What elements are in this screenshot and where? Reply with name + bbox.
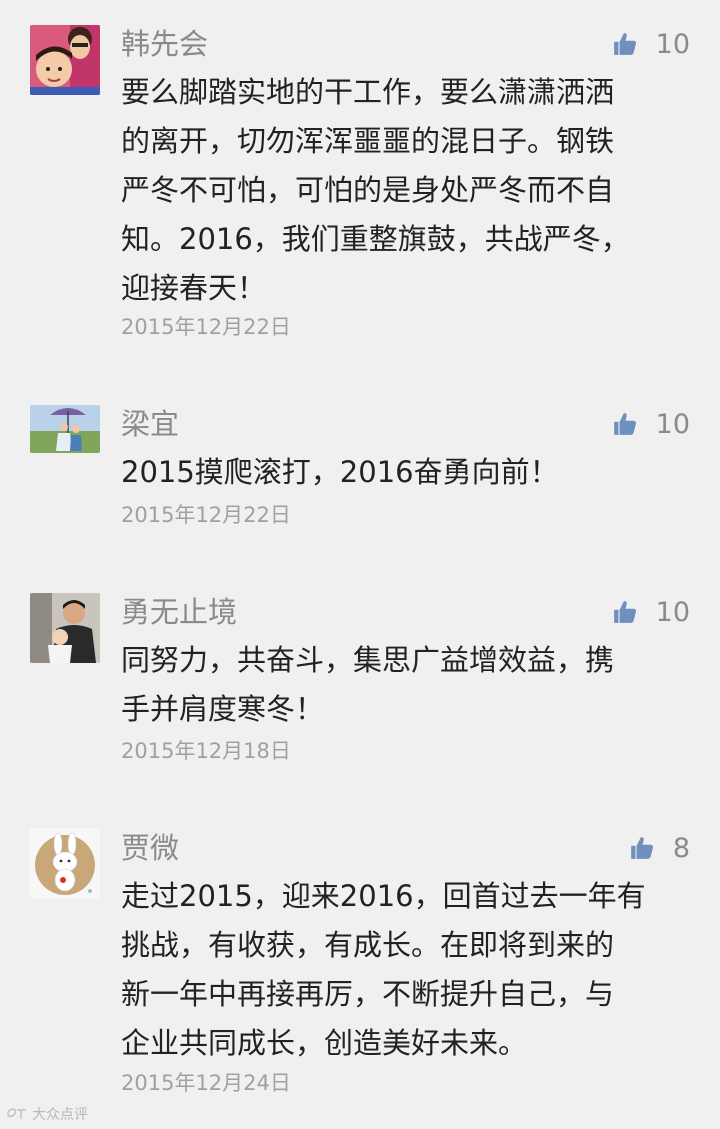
- avatar[interactable]: [30, 828, 100, 898]
- commenter-name[interactable]: 梁宜: [121, 406, 179, 442]
- like-button[interactable]: 8: [629, 830, 690, 866]
- thumbs-up-icon: [613, 413, 636, 435]
- comment-text: 要么脚踏实地的干工作，要么潇潇洒洒 的离开，切勿浑浑噩噩的混日子。钢铁 严冬不可…: [121, 68, 691, 313]
- thumbs-up-icon: [613, 33, 636, 55]
- like-button[interactable]: 10: [612, 26, 690, 62]
- comment-date: 2015年12月22日: [121, 503, 291, 527]
- like-button[interactable]: 10: [612, 406, 690, 442]
- avatar[interactable]: [30, 405, 100, 453]
- comment-line: 走过2015，迎来2016，回首过去一年有: [121, 879, 646, 913]
- comment-line: 迎接春天！: [121, 271, 267, 305]
- comment-line: 要么脚踏实地的干工作，要么潇潇洒洒: [121, 75, 615, 109]
- comment-line: 严冬不可怕，可怕的是身处严冬而不自: [121, 173, 615, 207]
- commenter-name[interactable]: 韩先会: [121, 26, 208, 62]
- photo-avatar-child: [30, 25, 100, 95]
- commenter-name[interactable]: 贾微: [121, 830, 179, 866]
- commenter-name[interactable]: 勇无止境: [121, 594, 237, 630]
- like-count: 10: [655, 408, 690, 440]
- comment-date: 2015年12月22日: [121, 315, 291, 339]
- watermark-logo-icon: [7, 1108, 26, 1119]
- rabbit-avatar: [30, 828, 100, 898]
- photo-avatar-umbrella: [30, 405, 100, 453]
- comment-line: 同努力，共奋斗，集思广益增效益，携: [121, 643, 615, 677]
- comment-line: 挑战，有收获，有成长。在即将到来的: [121, 928, 615, 962]
- like-count: 8: [672, 832, 690, 864]
- like-count: 10: [655, 596, 690, 628]
- watermark: 大众点评: [6, 1104, 88, 1124]
- comment-text: 走过2015，迎来2016，回首过去一年有 挑战，有收获，有成长。在即将到来的 …: [121, 872, 691, 1068]
- thumbs-up-icon: [613, 601, 636, 623]
- avatar[interactable]: [30, 25, 100, 95]
- like-count: 10: [655, 28, 690, 60]
- watermark-text: 大众点评: [32, 1107, 88, 1123]
- comment-line: 新一年中再接再厉，不断提升自己，与: [121, 977, 615, 1011]
- photo-avatar-man-baby: [30, 593, 100, 663]
- comment-date: 2015年12月18日: [121, 739, 291, 763]
- like-button[interactable]: 10: [612, 594, 690, 630]
- avatar[interactable]: [30, 593, 100, 663]
- comment-line: 企业共同成长，创造美好未来。: [121, 1026, 528, 1060]
- comment-text: 2015摸爬滚打，2016奋勇向前！: [121, 448, 691, 497]
- comment-date: 2015年12月24日: [121, 1071, 291, 1095]
- comment-line: 手并肩度寒冬！: [121, 692, 325, 726]
- comment-line: 知。2016，我们重整旗鼓，共战严冬，: [121, 222, 630, 256]
- comment-line: 2015摸爬滚打，2016奋勇向前！: [121, 455, 559, 489]
- thumbs-up-icon: [630, 837, 653, 859]
- comment-line: 的离开，切勿浑浑噩噩的混日子。钢铁: [121, 124, 615, 158]
- comment-text: 同努力，共奋斗，集思广益增效益，携 手并肩度寒冬！: [121, 636, 691, 734]
